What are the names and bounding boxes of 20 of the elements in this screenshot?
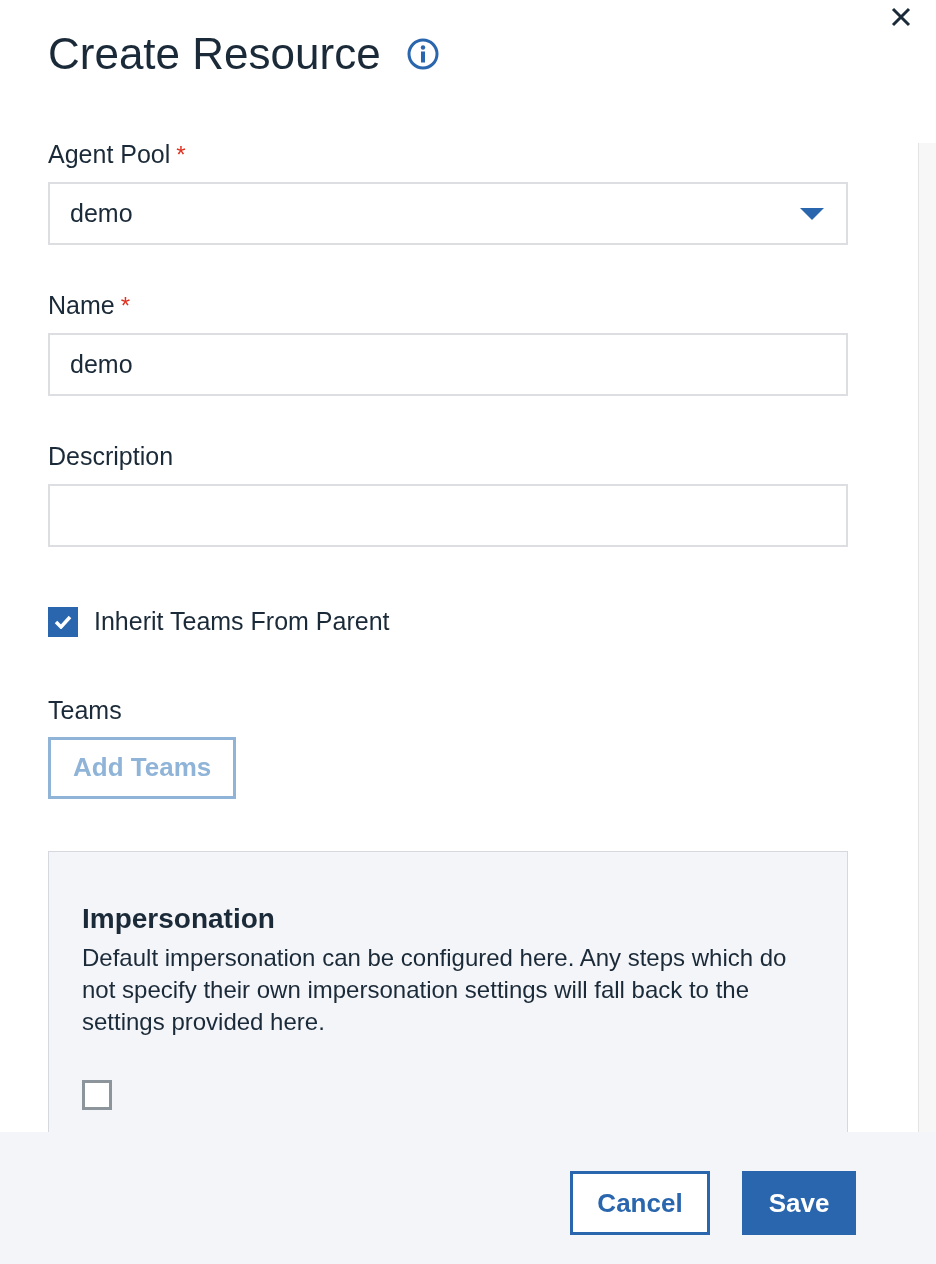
required-asterisk: *	[176, 140, 186, 170]
checkbox[interactable]	[82, 1079, 112, 1110]
field-label: Agent Pool	[48, 139, 171, 171]
input-field[interactable]: demo	[48, 333, 848, 396]
required-asterisk: *	[120, 291, 131, 321]
caret-icon[interactable]	[800, 207, 824, 220]
checkbox-label: Inherit Teams From Parent	[94, 606, 390, 637]
section-description: Default impersonation can be configured here. Any steps which do not specify their own impersonation settings will fall back to the settings provided here.	[82, 942, 788, 1037]
input-field[interactable]	[48, 484, 848, 547]
cancel-button[interactable]: Cancel	[570, 1171, 710, 1235]
save-button[interactable]: Save	[742, 1171, 856, 1235]
field-label: Description	[48, 441, 174, 473]
dialog-title: Create Resource	[48, 32, 381, 76]
field-label: Teams	[48, 694, 123, 725]
checkbox[interactable]	[48, 606, 78, 637]
close-icon[interactable]	[891, 7, 911, 27]
check-icon	[54, 614, 72, 629]
section-heading: Impersonation	[82, 901, 276, 936]
field-label: Name	[48, 290, 115, 322]
info-icon[interactable]	[406, 38, 439, 70]
